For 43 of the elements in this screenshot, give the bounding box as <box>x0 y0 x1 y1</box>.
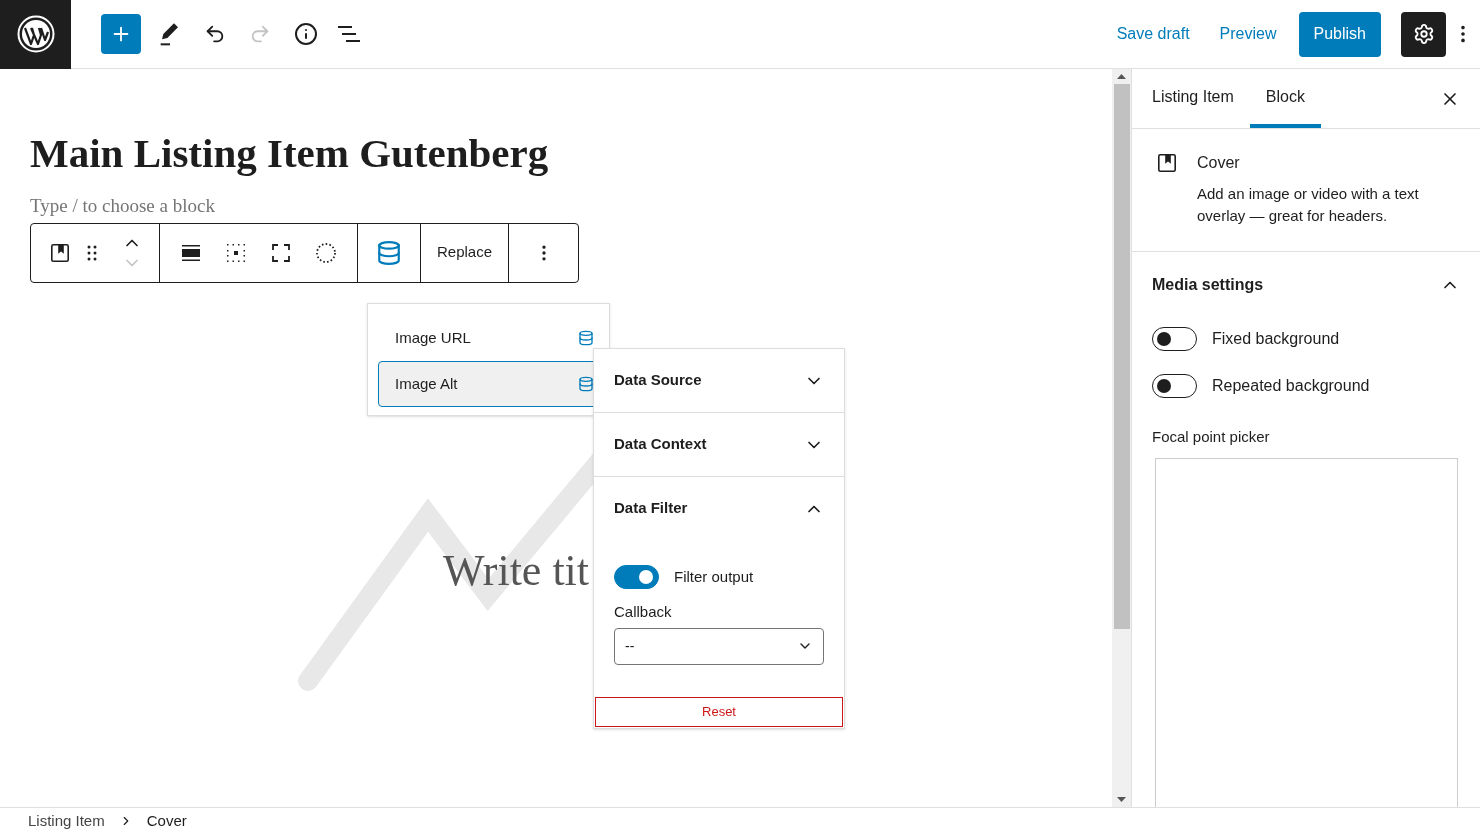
sidebar-tab[interactable]: Listing Item <box>1136 69 1250 128</box>
filter-output-toggle[interactable] <box>614 565 659 589</box>
panel-section-header[interactable]: Data Filter <box>594 477 844 540</box>
cover-icon <box>1155 151 1179 175</box>
callback-select[interactable]: -- <box>614 627 824 665</box>
database-icon <box>578 330 594 346</box>
info-icon[interactable] <box>294 22 318 46</box>
scroll-up-icon[interactable] <box>1117 74 1126 79</box>
block-name: Cover <box>1197 153 1241 173</box>
dotted-circle-icon[interactable] <box>314 240 338 265</box>
settings-button[interactable] <box>1401 11 1446 57</box>
replace-button[interactable]: Replace <box>421 223 510 282</box>
sidebar-tab[interactable]: Block <box>1249 69 1321 128</box>
block-placeholder[interactable]: Type / to choose a block <box>30 192 1112 221</box>
reset-button[interactable]: Reset <box>595 696 843 727</box>
post-title[interactable]: Main Listing Item Gutenberg <box>30 129 1112 177</box>
toggle-label: Repeated background <box>1212 375 1370 396</box>
breadcrumb-link[interactable]: Cover <box>146 809 187 833</box>
scroll-down-icon[interactable] <box>1117 797 1126 802</box>
setting-toggle[interactable] <box>1152 326 1197 351</box>
block-description: Add an image or video with a text overlay — great for headers. <box>1197 184 1420 226</box>
scrollbar[interactable] <box>1112 69 1132 807</box>
toggle-label: Fixed background <box>1212 328 1340 349</box>
field-label: Focal point picker <box>1152 427 1271 447</box>
wordpress-logo-icon <box>16 15 55 53</box>
publish-button[interactable]: Publish <box>1298 11 1381 57</box>
add-block-button[interactable] <box>101 14 141 54</box>
save-draft-link[interactable]: Save draft <box>1116 22 1190 46</box>
drag-handle-icon[interactable] <box>86 243 98 262</box>
cover-title[interactable]: Write tit <box>443 537 590 604</box>
panel-section-header[interactable]: Media settings <box>1152 252 1460 318</box>
logo[interactable] <box>0 0 71 69</box>
field-label: Callback <box>614 602 673 622</box>
setting-toggle[interactable] <box>1152 373 1197 398</box>
settings-icon <box>1412 23 1435 45</box>
preview-link[interactable]: Preview <box>1219 22 1277 46</box>
panel-section-header[interactable]: Data Context <box>594 413 844 476</box>
panel-section-header[interactable]: Data Source <box>594 349 844 412</box>
database-icon[interactable] <box>376 239 402 266</box>
undo-icon[interactable] <box>204 23 226 45</box>
database-icon <box>578 376 594 392</box>
breadcrumb-link[interactable]: Listing Item <box>28 809 105 833</box>
toggle-label: Filter output <box>674 566 754 587</box>
